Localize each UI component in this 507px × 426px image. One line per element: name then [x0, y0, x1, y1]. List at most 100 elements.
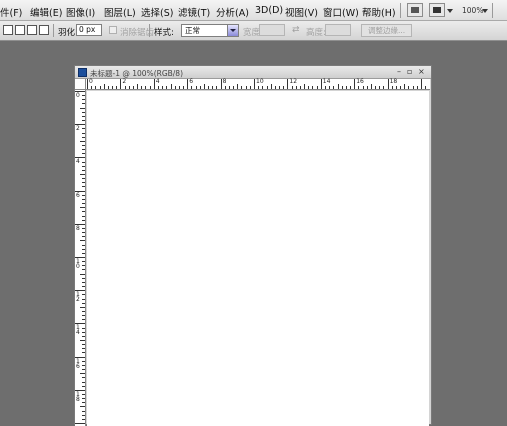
ruler-tick [354, 79, 356, 89]
chevron-down-icon[interactable] [482, 9, 488, 13]
ruler-tick [166, 86, 168, 89]
ruler-tick [82, 215, 85, 217]
ruler-tick [99, 86, 101, 89]
ruler-tick [274, 86, 276, 89]
ruler-tick [287, 79, 289, 89]
ruler-tick [80, 273, 85, 275]
style-select[interactable]: 正常 [181, 24, 239, 37]
menu-separator [400, 3, 401, 18]
ruler-label: 8 [76, 224, 80, 232]
menu-3d[interactable]: 3D(D) [255, 5, 283, 16]
horizontal-ruler[interactable]: 0 2 4 6 8 10 12 14 16 18 [86, 79, 430, 90]
ruler-tick [262, 86, 264, 89]
ruler-tick [120, 79, 122, 89]
ruler-tick [82, 315, 85, 317]
ruler-tick [82, 115, 85, 117]
menu-layer[interactable]: 图层(L) [104, 5, 136, 19]
ruler-origin[interactable] [75, 79, 86, 90]
ruler-tick [82, 149, 85, 151]
ruler-tick [141, 86, 143, 89]
document-titlebar[interactable]: 未标题-1 @ 100%(RGB/8) – ▫ × [75, 66, 431, 79]
height-input[interactable] [325, 24, 351, 36]
menu-view[interactable]: 视图(V) [285, 5, 318, 19]
ruler-tick [82, 186, 85, 188]
ruler-tick [82, 244, 85, 246]
ruler-tick [82, 153, 85, 155]
ruler-label: 2 [76, 125, 80, 133]
ruler-tick [137, 84, 139, 89]
ruler-tick [199, 86, 201, 89]
bridge-icon[interactable] [407, 3, 423, 17]
canvas[interactable] [87, 91, 429, 426]
width-input[interactable] [259, 24, 285, 36]
menu-analysis[interactable]: 分析(A) [216, 5, 249, 19]
ruler-tick [82, 248, 85, 250]
menu-window[interactable]: 窗口(W) [323, 5, 359, 19]
close-icon[interactable]: × [418, 67, 425, 76]
ruler-tick [82, 269, 85, 271]
ruler-tick [80, 207, 85, 209]
minimize-icon[interactable]: – [397, 67, 401, 76]
ruler-tick [82, 281, 85, 283]
ruler-label: 18 [389, 78, 398, 85]
ruler-label: 12 [289, 78, 298, 85]
ruler-label: 10 [76, 258, 80, 270]
ruler-tick [337, 84, 339, 89]
subtract-selection-icon[interactable] [27, 25, 37, 35]
ruler-tick [82, 103, 85, 105]
ruler-tick [124, 86, 126, 89]
ruler-label: 6 [76, 191, 80, 199]
menu-edit[interactable]: 编辑(E) [30, 5, 62, 19]
screen-mode-icon[interactable] [429, 3, 445, 17]
ruler-tick [82, 178, 85, 180]
refine-edge-button[interactable]: 调整边缘... [361, 24, 413, 37]
zoom-level[interactable]: 100% [462, 6, 483, 15]
ruler-tick [203, 84, 205, 89]
ruler-label: 0 [76, 92, 80, 99]
menu-help[interactable]: 帮助(H) [362, 5, 396, 19]
menu-file[interactable]: 件(F) [0, 5, 22, 19]
photoshop-doc-icon [78, 68, 87, 77]
ruler-tick [82, 203, 85, 205]
maximize-icon[interactable]: ▫ [407, 67, 412, 76]
ruler-tick [80, 340, 85, 341]
ruler-tick [412, 86, 414, 89]
ruler-tick [112, 86, 114, 89]
ruler-tick [391, 86, 393, 89]
new-selection-icon[interactable] [3, 25, 13, 35]
ruler-tick [379, 86, 381, 89]
ruler-tick [216, 86, 218, 89]
vertical-ruler[interactable]: 0 2 4 6 8 10 12 14 16 18 [75, 90, 86, 426]
ruler-tick [425, 86, 427, 89]
feather-label: 羽化: [58, 28, 78, 38]
ruler-tick [212, 86, 214, 89]
ruler-label: 16 [356, 78, 364, 85]
ruler-tick [107, 86, 109, 89]
add-to-selection-icon[interactable] [15, 25, 25, 35]
ruler-tick [174, 86, 176, 89]
ruler-tick [82, 198, 85, 200]
menu-image[interactable]: 图像(I) [66, 5, 95, 19]
ruler-tick [82, 252, 85, 254]
ruler-tick [82, 236, 85, 238]
ruler-tick [82, 286, 85, 288]
chevron-down-icon[interactable] [227, 25, 238, 36]
feather-input[interactable]: 0 px [76, 24, 102, 36]
ruler-tick [82, 348, 85, 350]
ruler-tick [421, 79, 422, 89]
menu-select[interactable]: 选择(S) [141, 5, 173, 19]
ruler-tick [270, 84, 272, 89]
ruler-label: 16 [76, 357, 80, 370]
antialias-checkbox[interactable] [109, 26, 117, 34]
chevron-down-icon[interactable] [447, 9, 453, 13]
ruler-label: 4 [155, 78, 160, 85]
ruler-tick [408, 86, 410, 89]
ruler-tick [375, 86, 377, 89]
intersect-selection-icon[interactable] [39, 25, 49, 35]
swap-icon[interactable]: ⇄ [292, 25, 300, 35]
menu-filter[interactable]: 滤镜(T) [178, 5, 210, 19]
ruler-tick [295, 86, 297, 89]
ruler-tick [91, 86, 93, 89]
ruler-tick [345, 86, 347, 89]
ruler-tick [82, 169, 85, 171]
